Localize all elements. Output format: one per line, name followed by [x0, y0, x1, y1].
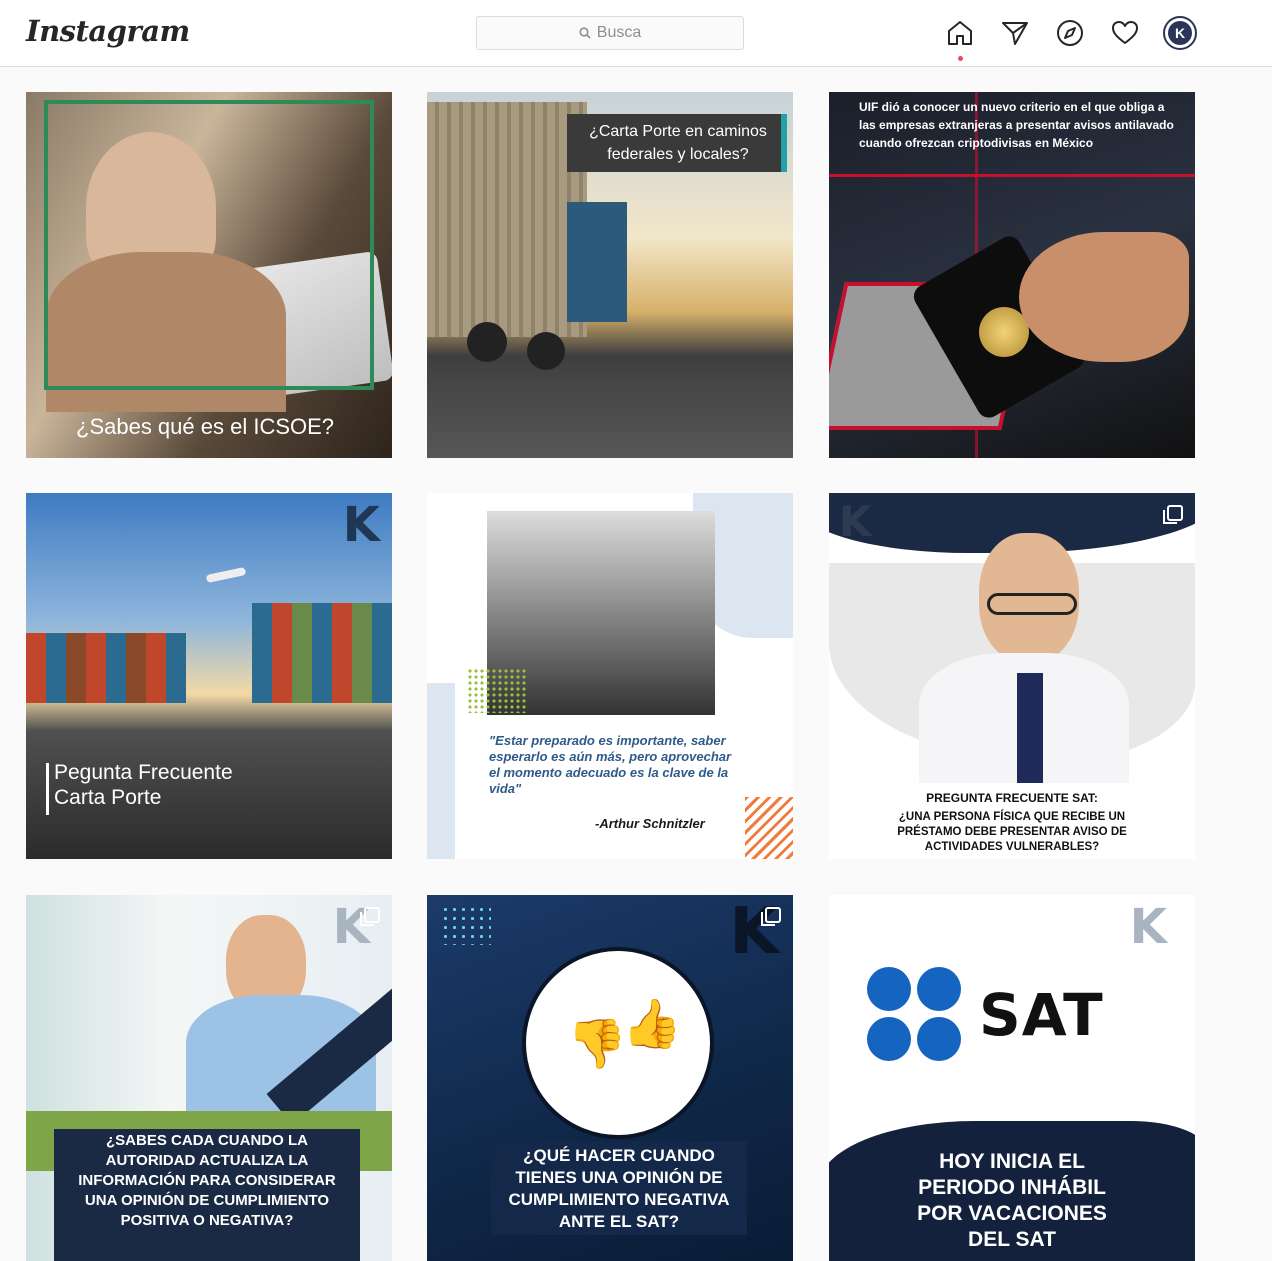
- post-tile-3[interactable]: UIF dió a conocer un nuevo criterio en e…: [829, 92, 1195, 458]
- k-logo-icon: K: [342, 497, 380, 553]
- k-logo-icon: K: [1129, 899, 1167, 955]
- post-tile-6[interactable]: K PREGUNTA FRECUENTE SAT: ¿UNA PERSONA F…: [829, 493, 1195, 859]
- post-caption-line2: Carta Porte: [54, 786, 162, 809]
- tie-shape: [1017, 673, 1043, 783]
- top-navbar: Instagram Busca K: [0, 0, 1272, 67]
- home-icon[interactable]: [943, 16, 977, 61]
- post-tile-8[interactable]: K 👎 👍 ¿QUÉ HACER CUANDO TIENES UNA OPINI…: [427, 895, 793, 1261]
- post-heading: PREGUNTA FRECUENTE SAT:: [926, 791, 1098, 805]
- truck-cab: [567, 202, 627, 322]
- explore-icon[interactable]: [1053, 16, 1087, 50]
- containers-left: [26, 633, 186, 703]
- post-caption: ¿SABES CADA CUANDO LA AUTORIDAD ACTUALIZ…: [78, 1132, 336, 1229]
- plane-icon: [205, 566, 247, 584]
- decor-blue-left: [427, 683, 455, 859]
- thumbs-down-icon: 👎: [567, 1018, 627, 1071]
- red-line: [829, 174, 1195, 177]
- post-caption: ¿Carta Porte en caminos federales y loca…: [589, 123, 767, 163]
- carousel-icon: [360, 907, 380, 926]
- post-tile-7[interactable]: K ¿SABES CADA CUANDO LA AUTORIDAD ACTUAL…: [26, 895, 392, 1261]
- post-tile-2[interactable]: ¿Carta Porte en caminos federales y loca…: [427, 92, 793, 458]
- profile-avatar[interactable]: K: [1163, 16, 1197, 50]
- hand-shape: [1019, 232, 1189, 362]
- post-tile-4[interactable]: K Pegunta Frecuente Carta Porte: [26, 493, 392, 859]
- thumbs-up-icon: 👍: [622, 998, 682, 1051]
- direct-icon[interactable]: [998, 16, 1032, 50]
- post-tile-1[interactable]: ¿Sabes qué es el ICSOE?: [26, 92, 392, 458]
- stripes-decor: [745, 797, 793, 859]
- post-caption: HOY INICIA EL PERIODO INHÁBIL POR VACACI…: [917, 1150, 1107, 1251]
- glasses-shape: [987, 593, 1077, 615]
- post-caption: ¿QUÉ HACER CUANDO TIENES UNA OPINIÓN DE …: [508, 1146, 730, 1231]
- search-placeholder: Busca: [596, 24, 642, 41]
- notification-dot: [958, 56, 963, 61]
- carousel-icon: [1163, 505, 1183, 524]
- quote-author: -Arthur Schnitzler: [595, 816, 705, 831]
- nav-icons: K: [943, 16, 1197, 61]
- heart-icon[interactable]: [1108, 16, 1142, 50]
- post-tile-9[interactable]: K SAT HOY INICIA EL PERIODO INHÁBIL POR …: [829, 895, 1195, 1261]
- wheel-shape: [467, 322, 507, 362]
- sat-logo-icon: [867, 967, 963, 1063]
- caption-bar: [46, 763, 49, 815]
- post-caption: ¿UNA PERSONA FÍSICA QUE RECIBE UN PRÉSTA…: [897, 811, 1127, 853]
- post-tile-5[interactable]: "Estar preparado es importante, saber es…: [427, 493, 793, 859]
- search-icon: [579, 27, 591, 39]
- containers-right: [252, 603, 392, 703]
- instagram-logo[interactable]: Instagram: [26, 14, 190, 48]
- carousel-icon: [761, 907, 781, 926]
- search-input[interactable]: Busca: [476, 16, 744, 50]
- green-frame: [44, 100, 374, 390]
- k-logo-icon: K: [839, 497, 872, 546]
- quote-text: "Estar preparado es importante, saber es…: [489, 733, 732, 796]
- dots-pattern: [467, 668, 527, 713]
- post-caption-line1: Pegunta Frecuente: [54, 761, 233, 784]
- sat-wordmark: SAT: [979, 981, 1104, 1049]
- post-caption: UIF dió a conocer un nuevo criterio en e…: [859, 100, 1174, 150]
- post-caption: ¿Sabes qué es el ICSOE?: [76, 414, 335, 439]
- k-logo-icon: K: [1168, 21, 1192, 45]
- dots-pattern: [441, 905, 491, 945]
- container-shape: [427, 102, 587, 337]
- wheel-shape: [527, 332, 565, 370]
